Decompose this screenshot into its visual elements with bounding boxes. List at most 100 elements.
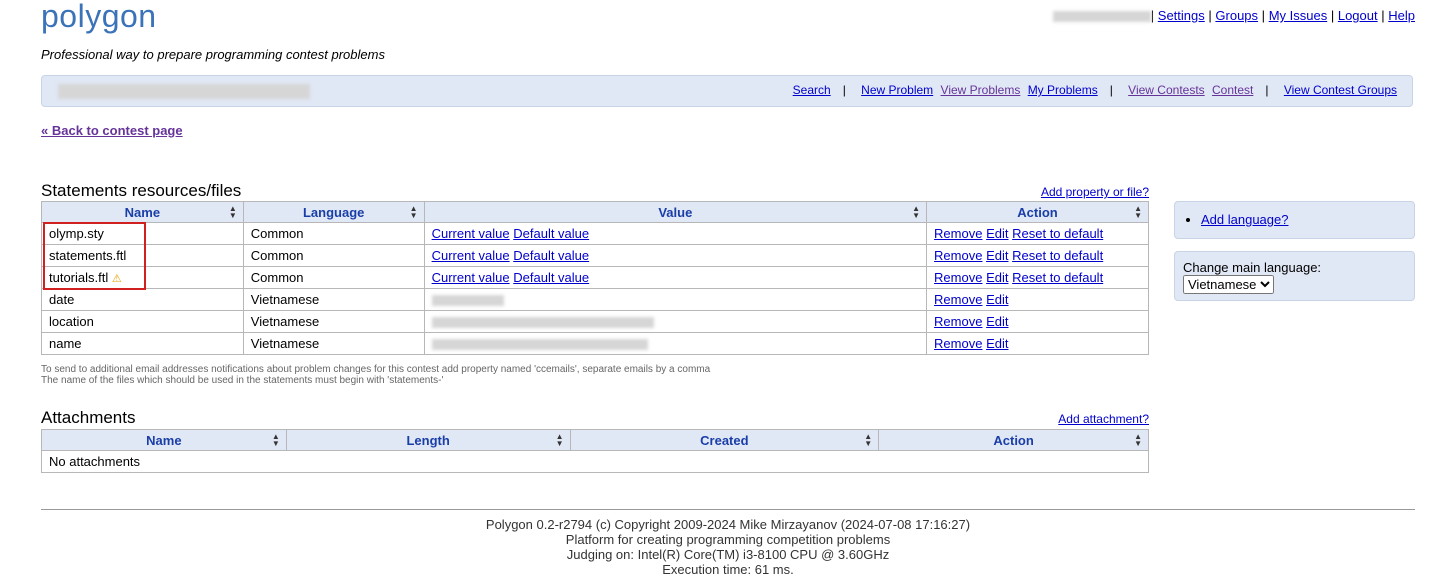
- file-name: name: [41, 332, 244, 355]
- table-row: date Vietnamese Remove Edit: [41, 288, 1149, 311]
- empty-message: No attachments: [41, 450, 1149, 473]
- top-links: | Settings | Groups | My Issues | Logout…: [1052, 8, 1415, 23]
- remove-link[interactable]: Remove: [934, 270, 982, 285]
- language: Vietnamese: [242, 288, 425, 311]
- view-contests-link[interactable]: View Contests: [1128, 83, 1204, 97]
- table-row: location Vietnamese Remove Edit: [41, 310, 1149, 333]
- action-cell: Remove Edit: [926, 288, 1149, 311]
- value-cell: Current value Default value: [423, 222, 928, 245]
- highlight-box: [43, 222, 146, 290]
- table-row: olymp.sty Common Current value Default v…: [41, 222, 1149, 245]
- default-value-link[interactable]: Default value: [513, 226, 589, 241]
- redacted-value: [431, 317, 654, 329]
- language: Common: [242, 244, 425, 267]
- footer-divider: [41, 509, 1415, 510]
- edit-link[interactable]: Edit: [986, 336, 1008, 351]
- my-problems-link[interactable]: My Problems: [1028, 83, 1098, 97]
- table-header-row: Name ▲ ▼ Length ▲ ▼ Created ▲ ▼ Action ▲ ▼: [41, 429, 1149, 451]
- file-name: date: [41, 288, 244, 311]
- platform-line: Platform for creating programming compet…: [565, 532, 891, 547]
- language: Vietnamese: [242, 310, 425, 333]
- search-link[interactable]: Search: [793, 83, 831, 97]
- value-cell: [423, 310, 928, 333]
- language: Common: [242, 266, 425, 289]
- sort-icon: ▲ ▼: [864, 432, 873, 448]
- add-language-link[interactable]: Add language?: [1201, 212, 1288, 227]
- column-action[interactable]: Action ▲ ▼: [926, 201, 1149, 223]
- contest-link[interactable]: Contest: [1212, 83, 1253, 97]
- tagline: Professional way to prepare programming …: [41, 47, 385, 62]
- reset-link[interactable]: Reset to default: [1012, 248, 1103, 263]
- view-contest-groups-link[interactable]: View Contest Groups: [1284, 83, 1397, 97]
- sort-icon: ▲ ▼: [409, 204, 418, 220]
- table-row: name Vietnamese Remove Edit: [41, 332, 1149, 355]
- reset-link[interactable]: Reset to default: [1012, 226, 1103, 241]
- language: Vietnamese: [242, 332, 425, 355]
- current-value-link[interactable]: Current value: [432, 270, 510, 285]
- column-action[interactable]: Action ▲ ▼: [878, 429, 1149, 451]
- sort-icon: ▲ ▼: [271, 432, 280, 448]
- new-problem-link[interactable]: New Problem: [861, 83, 933, 97]
- menu-links: Search | New Problem View Problems My Pro…: [792, 83, 1397, 97]
- add-language-box: Add language?: [1174, 201, 1415, 239]
- footer: Polygon 0.2-r2794 (c) Copyright 2009-202…: [0, 517, 1438, 577]
- redacted-value: [431, 339, 648, 351]
- edit-link[interactable]: Edit: [986, 292, 1008, 307]
- value-cell: Current value Default value: [423, 244, 928, 267]
- file-name: location: [41, 310, 244, 333]
- column-length[interactable]: Length ▲ ▼: [285, 429, 571, 451]
- column-name[interactable]: Name ▲ ▼: [41, 429, 287, 451]
- redacted-value: [431, 295, 504, 307]
- action-cell: Remove Edit: [926, 310, 1149, 333]
- default-value-link[interactable]: Default value: [513, 248, 589, 263]
- remove-link[interactable]: Remove: [934, 292, 982, 307]
- groups-link[interactable]: Groups: [1215, 8, 1258, 23]
- statements-title: Statements resources/files: [41, 181, 242, 200]
- column-name[interactable]: Name ▲ ▼: [41, 201, 244, 223]
- edit-link[interactable]: Edit: [986, 270, 1008, 285]
- column-value[interactable]: Value ▲ ▼: [423, 201, 928, 223]
- polygon-logo: polygon: [41, 0, 157, 34]
- edit-link[interactable]: Edit: [986, 314, 1008, 329]
- remove-link[interactable]: Remove: [934, 314, 982, 329]
- action-cell: Remove Edit Reset to default: [926, 266, 1149, 289]
- sort-icon: ▲ ▼: [912, 204, 921, 220]
- attachments-title: Attachments: [41, 408, 136, 427]
- view-problems-link[interactable]: View Problems: [941, 83, 1021, 97]
- default-value-link[interactable]: Default value: [513, 270, 589, 285]
- note-statements-prefix: The name of the files which should be us…: [41, 375, 444, 386]
- current-value-link[interactable]: Current value: [432, 248, 510, 263]
- remove-link[interactable]: Remove: [934, 336, 982, 351]
- sort-icon: ▲ ▼: [555, 432, 564, 448]
- sort-icon: ▲ ▼: [1134, 204, 1142, 220]
- attachments-table: Name ▲ ▼ Length ▲ ▼ Created ▲ ▼ Action ▲ ▼ No at…: [41, 429, 1149, 473]
- table-header-row: Name ▲ ▼ Language ▲ ▼ Value ▲ ▼ Action ▲ ▼: [41, 201, 1149, 223]
- action-cell: Remove Edit Reset to default: [926, 222, 1149, 245]
- edit-link[interactable]: Edit: [986, 226, 1008, 241]
- current-value-link[interactable]: Current value: [432, 226, 510, 241]
- menu-bar: Search | New Problem View Problems My Pro…: [41, 75, 1413, 107]
- value-cell: Current value Default value: [423, 266, 928, 289]
- value-cell: [423, 288, 928, 311]
- action-cell: Remove Edit Reset to default: [926, 244, 1149, 267]
- logout-link[interactable]: Logout: [1338, 8, 1378, 23]
- action-cell: Remove Edit: [926, 332, 1149, 355]
- reset-link[interactable]: Reset to default: [1012, 270, 1103, 285]
- my-issues-link[interactable]: My Issues: [1269, 8, 1328, 23]
- main-language-select[interactable]: Vietnamese: [1183, 275, 1274, 294]
- column-language[interactable]: Language ▲ ▼: [242, 201, 425, 223]
- remove-link[interactable]: Remove: [934, 226, 982, 241]
- back-to-contest-link[interactable]: « Back to contest page: [41, 123, 183, 138]
- help-link[interactable]: Help: [1388, 8, 1415, 23]
- add-attachment-link[interactable]: Add attachment?: [1058, 412, 1149, 426]
- value-cell: [423, 332, 928, 355]
- remove-link[interactable]: Remove: [934, 248, 982, 263]
- add-property-link[interactable]: Add property or file?: [1041, 185, 1149, 199]
- note-ccemails: To send to additional email addresses no…: [41, 364, 711, 375]
- table-row: No attachments: [41, 450, 1149, 473]
- edit-link[interactable]: Edit: [986, 248, 1008, 263]
- column-created[interactable]: Created ▲ ▼: [569, 429, 880, 451]
- settings-link[interactable]: Settings: [1158, 8, 1205, 23]
- username-redacted: [1052, 11, 1151, 23]
- sort-icon: ▲ ▼: [1134, 432, 1142, 448]
